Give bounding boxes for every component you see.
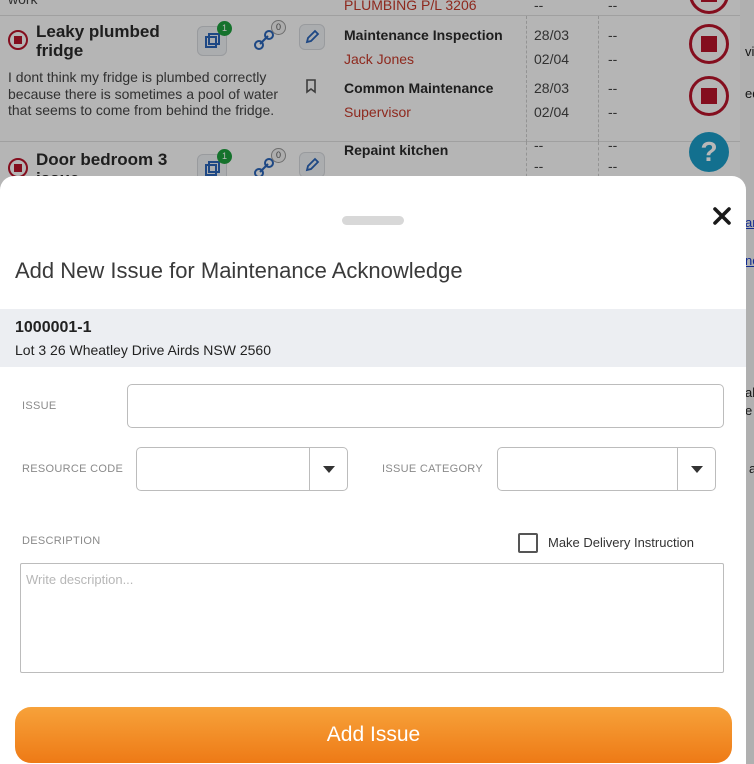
resource-code-label: RESOURCE CODE	[22, 463, 124, 475]
close-button[interactable]	[708, 202, 736, 230]
issue-category-select[interactable]	[497, 447, 716, 491]
delivery-instruction-checkbox[interactable]	[518, 533, 538, 553]
chevron-down-icon[interactable]	[677, 448, 715, 490]
property-header: 1000001-1 Lot 3 26 Wheatley Drive Airds …	[0, 309, 746, 367]
add-issue-button[interactable]: Add Issue	[15, 707, 732, 763]
drag-handle[interactable]	[342, 216, 404, 225]
property-address: Lot 3 26 Wheatley Drive Airds NSW 2560	[15, 342, 272, 358]
property-id: 1000001-1	[15, 319, 92, 336]
add-issue-sheet: Add New Issue for Maintenance Acknowledg…	[0, 176, 746, 764]
close-icon	[713, 207, 731, 225]
issue-label: ISSUE	[22, 400, 57, 412]
description-label: DESCRIPTION	[22, 535, 101, 547]
issue-input[interactable]	[127, 384, 724, 428]
chevron-down-icon[interactable]	[309, 448, 347, 490]
modal-title: Add New Issue for Maintenance Acknowledg…	[15, 258, 463, 283]
delivery-instruction-label[interactable]: Make Delivery Instruction	[548, 535, 694, 550]
resource-code-select[interactable]	[136, 447, 348, 491]
description-textarea[interactable]: Write description...	[20, 563, 724, 673]
issue-category-label: ISSUE CATEGORY	[382, 463, 483, 475]
